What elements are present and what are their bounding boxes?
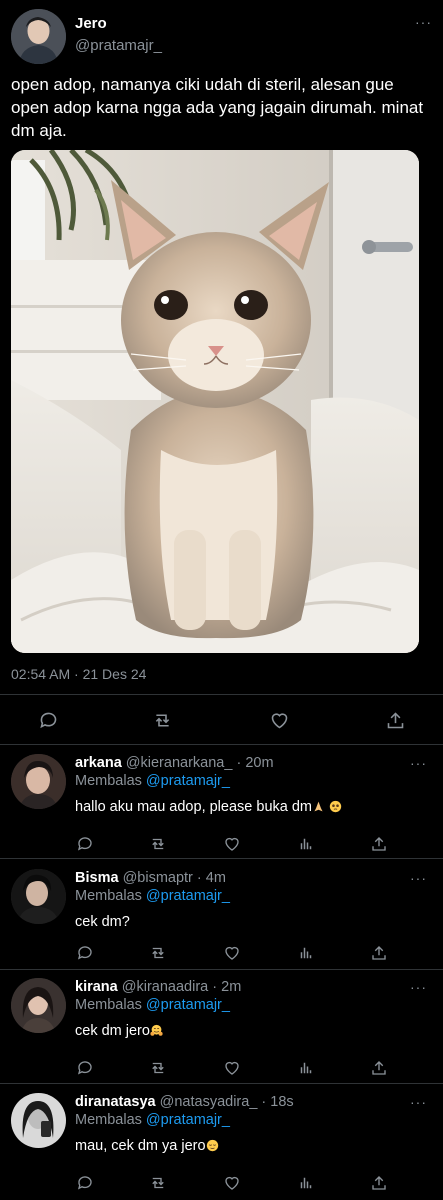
replying-label: Membalas — [75, 1112, 142, 1128]
tweet-header: Jero @pratamajr_ ··· — [11, 9, 432, 65]
reply-item[interactable]: kirana @kiranaadira · 2m ··· Membalas @p… — [0, 970, 443, 1082]
retweet-icon[interactable] — [148, 1056, 168, 1080]
reply-text-content: hallo aku mau adop, please buka dm — [75, 799, 312, 815]
tweet-timestamp[interactable]: 02:54 AM · 21 Des 24 — [11, 666, 146, 682]
share-icon[interactable] — [369, 1171, 389, 1195]
retweet-icon[interactable] — [148, 1171, 168, 1195]
cat-photo[interactable] — [11, 150, 419, 653]
reply-author-name[interactable]: diranatasya — [75, 1094, 156, 1110]
reply-text-content: cek dm jero — [75, 1023, 150, 1039]
reply-author-handle[interactable]: @kieranarkana_ — [126, 755, 233, 771]
author-avatar[interactable] — [11, 9, 66, 64]
replying-label: Membalas — [75, 997, 142, 1013]
reply-text: mau, cek dm ya jero — [75, 1138, 219, 1154]
mention-link[interactable]: @pratamajr_ — [146, 888, 230, 904]
reply-action-bar — [0, 1171, 443, 1200]
reply-icon[interactable] — [75, 1056, 95, 1080]
like-icon[interactable] — [222, 1056, 242, 1080]
share-icon[interactable] — [369, 941, 389, 965]
separator-dot: · — [196, 870, 202, 886]
reply-action-bar — [0, 1056, 443, 1086]
reply-header: kirana @kiranaadira · 2m — [75, 979, 241, 995]
reply-author-name[interactable]: Bisma — [75, 870, 119, 886]
reply-time[interactable]: 4m — [206, 870, 226, 886]
more-options-icon[interactable]: ··· — [410, 871, 427, 885]
share-icon[interactable] — [383, 708, 407, 732]
reply-icon[interactable] — [75, 832, 95, 856]
reply-action-bar — [0, 941, 443, 971]
replying-to: Membalas @pratamajr_ — [75, 1112, 230, 1128]
mention-link[interactable]: @pratamajr_ — [146, 773, 230, 789]
reply-icon[interactable] — [75, 941, 95, 965]
reply-text: cek dm jero — [75, 1023, 163, 1039]
separator-dot: · — [236, 755, 242, 771]
reply-author-handle[interactable]: @kiranaadira — [122, 979, 208, 995]
reply-time[interactable]: 18s — [270, 1094, 293, 1110]
tweet-text: open adop, namanya ciki udah di steril, … — [11, 75, 424, 140]
reply-text: cek dm? — [75, 914, 130, 930]
reply-header: diranatasya @natasyadira_ · 18s — [75, 1094, 294, 1110]
reply-header: arkana @kieranarkana_ · 20m — [75, 755, 274, 771]
divider — [0, 858, 443, 859]
divider — [0, 744, 443, 745]
reply-text-content: cek dm? — [75, 914, 130, 930]
retweet-icon[interactable] — [148, 941, 168, 965]
reply-author-name[interactable]: arkana — [75, 755, 122, 771]
views-icon[interactable] — [296, 1171, 316, 1195]
replying-label: Membalas — [75, 773, 142, 789]
reply-header: Bisma @bismaptr · 4m — [75, 870, 226, 886]
replying-to: Membalas @pratamajr_ — [75, 888, 230, 904]
reply-avatar[interactable] — [11, 978, 66, 1033]
divider — [0, 1083, 443, 1084]
reply-icon[interactable] — [75, 1171, 95, 1195]
author-name[interactable]: Jero — [75, 15, 107, 32]
reply-item[interactable]: arkana @kieranarkana_ · 20m ··· Membalas… — [0, 746, 443, 858]
reply-time[interactable]: 20m — [245, 755, 273, 771]
like-icon[interactable] — [222, 832, 242, 856]
like-icon[interactable] — [222, 941, 242, 965]
author-handle[interactable]: @pratamajr_ — [75, 37, 162, 54]
divider — [0, 694, 443, 695]
more-options-icon[interactable]: ··· — [415, 15, 432, 29]
reply-text-content: mau, cek dm ya jero — [75, 1138, 206, 1154]
reply-item[interactable]: diranatasya @natasyadira_ · 18s ··· Memb… — [0, 1085, 443, 1200]
more-options-icon[interactable]: ··· — [410, 1095, 427, 1109]
more-options-icon[interactable]: ··· — [410, 756, 427, 770]
share-icon[interactable] — [369, 832, 389, 856]
reply-author-name[interactable]: kirana — [75, 979, 118, 995]
folded-hands-icon — [314, 801, 323, 812]
views-icon[interactable] — [296, 1056, 316, 1080]
reply-icon[interactable] — [36, 708, 60, 732]
views-icon[interactable] — [296, 832, 316, 856]
tweet-action-bar — [0, 708, 443, 738]
mention-link[interactable]: @pratamajr_ — [146, 1112, 230, 1128]
reply-time[interactable]: 2m — [221, 979, 241, 995]
replying-to: Membalas @pratamajr_ — [75, 773, 230, 789]
separator-dot: · — [261, 1094, 267, 1110]
retweet-icon[interactable] — [150, 708, 174, 732]
separator-dot: · — [212, 979, 218, 995]
views-icon[interactable] — [296, 941, 316, 965]
reply-avatar[interactable] — [11, 869, 66, 924]
reply-item[interactable]: Bisma @bismaptr · 4m ··· Membalas @prata… — [0, 861, 443, 969]
like-icon[interactable] — [267, 708, 291, 732]
reply-avatar[interactable] — [11, 1093, 66, 1148]
reply-avatar[interactable] — [11, 754, 66, 809]
retweet-icon[interactable] — [148, 832, 168, 856]
replying-to: Membalas @pratamajr_ — [75, 997, 230, 1013]
hugging-face-icon — [150, 1024, 163, 1036]
reply-author-handle[interactable]: @bismaptr — [123, 870, 193, 886]
reply-author-handle[interactable]: @natasyadira_ — [160, 1094, 258, 1110]
replying-label: Membalas — [75, 888, 142, 904]
relieved-face-icon — [206, 1139, 218, 1152]
more-options-icon[interactable]: ··· — [410, 980, 427, 994]
mention-link[interactable]: @pratamajr_ — [146, 997, 230, 1013]
like-icon[interactable] — [222, 1171, 242, 1195]
pleading-face-icon — [329, 800, 342, 813]
reply-text: hallo aku mau adop, please buka dm — [75, 799, 342, 815]
share-icon[interactable] — [369, 1056, 389, 1080]
